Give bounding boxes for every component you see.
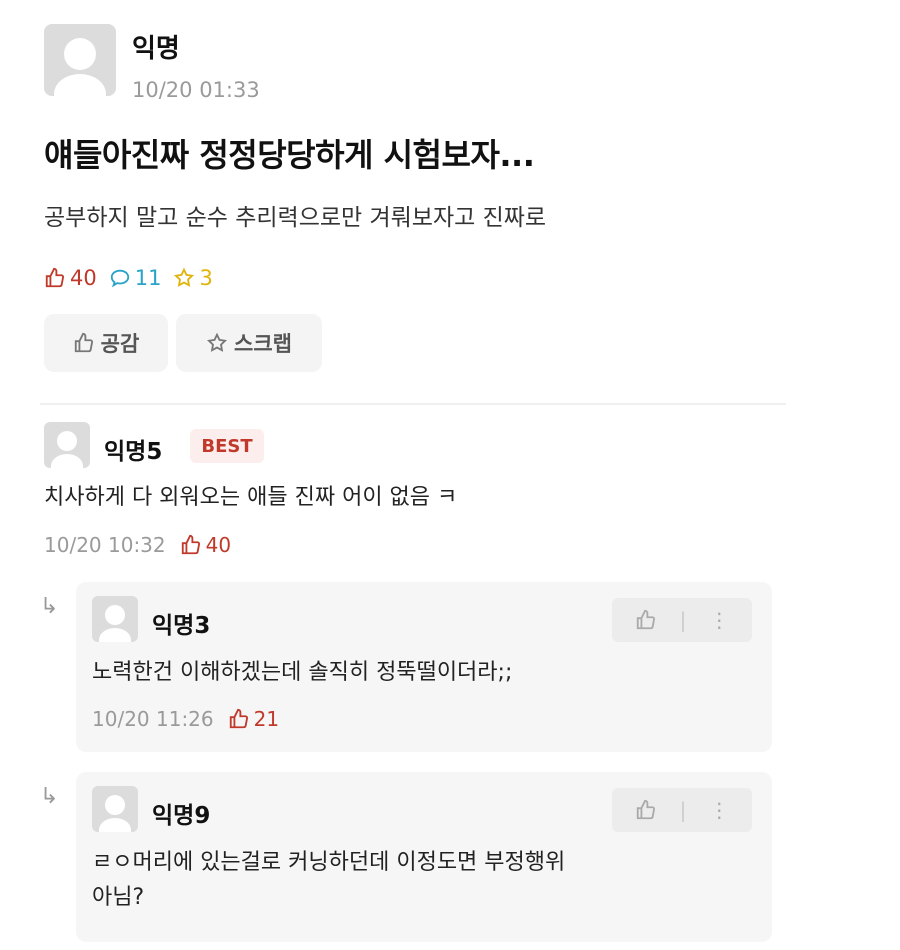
- comment-author-name: 익명5: [104, 439, 163, 465]
- post-title: 얘들아진짜 정정당당하게 시험보자...: [44, 136, 535, 174]
- reply-like-count-value: 21: [253, 707, 280, 731]
- comment-text: 치사하게 다 외워오는 애들 진짜 어이 없음 ㅋ: [44, 485, 458, 510]
- thumbs-up-icon: [229, 708, 248, 729]
- reply-arrow-icon: ↳: [40, 594, 59, 619]
- post-comment-count: 11: [109, 266, 162, 290]
- reply-meta: 10/20 11:26 21: [92, 707, 279, 731]
- reply-actions: | ⋮: [612, 598, 752, 642]
- reply-arrow-icon: ↳: [40, 784, 59, 809]
- post-scrap-count-value: 3: [199, 266, 213, 290]
- reply-avatar: [92, 786, 138, 832]
- like-button[interactable]: 공감: [44, 314, 168, 372]
- reply-author-name: 익명9: [152, 803, 211, 829]
- comment-avatar: [44, 422, 90, 468]
- post-author-avatar: [44, 24, 116, 96]
- star-icon: [174, 267, 195, 287]
- post-like-count-value: 40: [70, 266, 97, 290]
- comment-like-count[interactable]: 40: [180, 533, 231, 557]
- post-scrap-count: 3: [173, 266, 213, 290]
- post-stats: 40 11 3: [44, 266, 225, 290]
- comment-like-count-value: 40: [205, 533, 232, 557]
- comment-bubble-icon: [110, 269, 129, 288]
- more-options-icon[interactable]: ⋮: [709, 608, 729, 632]
- reply-actions: | ⋮: [612, 788, 752, 832]
- post-author-name: 익명: [132, 34, 180, 64]
- thumbs-up-icon: [181, 534, 200, 555]
- post-timestamp: 10/20 01:33: [132, 78, 260, 102]
- thumbs-up-icon: [45, 267, 65, 288]
- reply-avatar: [92, 596, 138, 642]
- reply-text: 노력한건 이해하겠는데 솔직히 정뚝떨이더라;;: [92, 660, 513, 685]
- reply-like-count[interactable]: 21: [228, 707, 279, 731]
- scrap-button[interactable]: 스크랩: [176, 314, 322, 372]
- reply-text-line2: 아님?: [92, 885, 145, 910]
- comment-meta: 10/20 10:32 40: [44, 533, 231, 557]
- reply-author-name: 익명3: [152, 613, 211, 639]
- scrap-button-label: 스크랩: [234, 332, 292, 356]
- post-comment-count-value: 11: [134, 266, 162, 290]
- more-options-icon[interactable]: ⋮: [709, 798, 729, 822]
- post-like-count: 40: [44, 266, 97, 290]
- thumbs-up-icon: [74, 332, 93, 353]
- actions-separator: |: [679, 608, 687, 632]
- comment-timestamp: 10/20 10:32: [44, 533, 166, 557]
- actions-separator: |: [679, 798, 687, 822]
- post-divider: [40, 403, 786, 405]
- post-body: 공부하지 말고 순수 추리력으로만 겨뤄보자고 진짜로: [44, 205, 547, 231]
- best-badge: BEST: [190, 429, 264, 463]
- reply-text-line1: ㄹㅇ머리에 있는걸로 커닝하던데 이정도면 부정행위: [92, 850, 566, 875]
- thumbs-up-icon[interactable]: [635, 609, 657, 631]
- reply-timestamp: 10/20 11:26: [92, 707, 214, 731]
- like-button-label: 공감: [100, 332, 140, 356]
- star-icon: [206, 332, 228, 352]
- thumbs-up-icon[interactable]: [635, 799, 657, 821]
